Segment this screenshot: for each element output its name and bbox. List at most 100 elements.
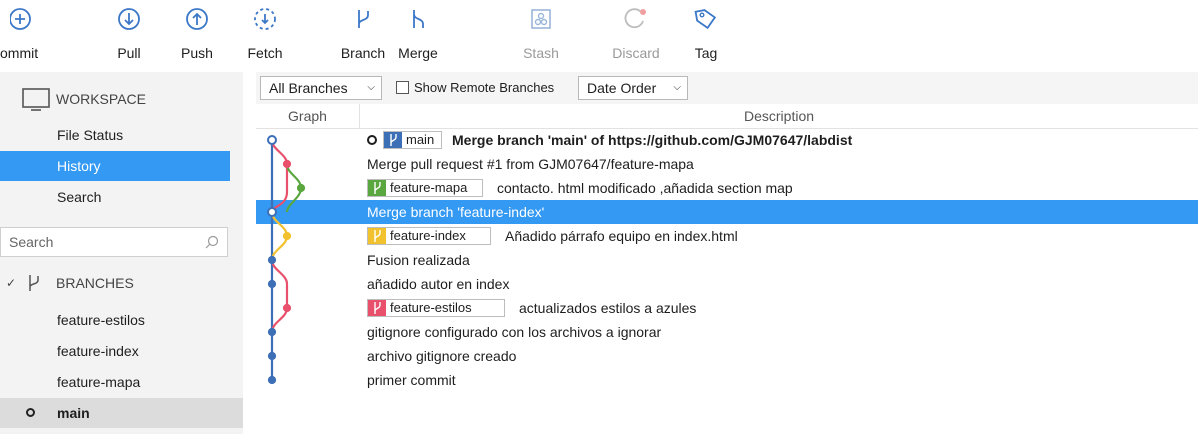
branch-item-label: feature-index: [57, 343, 139, 359]
branch-badge-label: feature-estilos: [390, 300, 472, 315]
stash-icon: [531, 9, 551, 29]
branch-icon: [29, 275, 39, 291]
arrow-up-circle-icon: [186, 8, 208, 30]
branch-badge-label: main: [406, 132, 435, 147]
show-remote-label: Show Remote Branches: [414, 80, 555, 95]
sidebar-item-history[interactable]: History: [0, 151, 230, 181]
discard-button[interactable]: Discard: [606, 0, 666, 70]
graph-edge-merge: [270, 139, 289, 213]
commit-node[interactable]: [267, 279, 277, 289]
show-remote-checkbox[interactable]: [396, 81, 409, 94]
branch-badge[interactable]: main: [383, 131, 442, 149]
branch-filter-dropdown[interactable]: All Branches ⌵: [260, 76, 382, 100]
branches-header[interactable]: ✓ BRANCHES: [0, 268, 230, 298]
branch-item-main[interactable]: main: [0, 398, 243, 428]
chevron-down-icon: ⌵: [367, 82, 375, 93]
branch-icon: [384, 132, 402, 148]
branches-label: BRANCHES: [56, 275, 134, 291]
order-dropdown[interactable]: Date Order ⌵: [578, 76, 688, 100]
branch-item-label: main: [57, 405, 90, 421]
description-column-header[interactable]: Description: [360, 104, 1198, 128]
tag-button[interactable]: Tag: [686, 0, 726, 70]
commit-node[interactable]: [282, 159, 292, 169]
branch-badge-label: feature-index: [390, 228, 466, 243]
commit-message: primer commit: [367, 372, 456, 388]
commit-message: añadido autor en index: [367, 276, 510, 292]
arrow-down-circle-icon: [118, 8, 140, 30]
commit-message: Añadido párrafo equipo en index.html: [505, 228, 738, 244]
tag-icon: [694, 9, 717, 30]
commit-row[interactable]: Merge pull request #1 from GJM07647/feat…: [256, 152, 1198, 176]
graph-column-header[interactable]: Graph: [256, 104, 360, 128]
workspace-header[interactable]: WORKSPACE: [0, 82, 230, 116]
sidebar-item-file-status[interactable]: File Status: [0, 120, 230, 150]
toolbar: ommit Pull Push Fetch Branch Merge Stash…: [0, 0, 1198, 72]
history-filter-bar: All Branches ⌵ Show Remote Branches Date…: [256, 72, 1198, 104]
branch-label: Branch: [340, 45, 386, 61]
sidebar-item-search[interactable]: Search: [0, 182, 230, 212]
workspace-label: WORKSPACE: [56, 91, 146, 107]
commit-message: archivo gitignore creado: [367, 348, 517, 364]
branch-item-feature-estilos[interactable]: feature-estilos: [0, 305, 230, 335]
sidebar-search-box[interactable]: [0, 227, 228, 257]
commit-row[interactable]: añadido autor en index: [256, 272, 1198, 296]
branch-item-label: feature-mapa: [57, 374, 141, 390]
commit-node[interactable]: [267, 327, 277, 337]
push-button[interactable]: Push: [172, 0, 222, 70]
commit-message: actualizados estilos a azules: [519, 300, 697, 316]
commit-row[interactable]: Fusion realizada: [256, 248, 1198, 272]
sidebar-item-label: History: [57, 158, 101, 174]
merge-button[interactable]: Merge: [390, 0, 446, 70]
branch-icon: [368, 180, 386, 196]
merge-icon: [413, 10, 424, 28]
branch-badge-label: feature-mapa: [390, 180, 468, 195]
commit-node[interactable]: [267, 351, 277, 361]
commit-node[interactable]: [282, 303, 292, 313]
column-header: Graph Description: [256, 104, 1198, 129]
branch-badge[interactable]: feature-mapa: [367, 179, 483, 197]
commit-row[interactable]: gitignore configurado con los archivos a…: [256, 320, 1198, 344]
commit-message: contacto. html modificado ,añadida secti…: [497, 180, 793, 196]
fetch-label: Fetch: [247, 45, 283, 61]
branch-badge[interactable]: feature-estilos: [367, 299, 505, 317]
head-indicator-icon: [367, 135, 377, 145]
sidebar-item-label: Search: [57, 189, 102, 205]
commit-node[interactable]: [267, 255, 277, 265]
commit-node[interactable]: [296, 183, 306, 193]
branch-badge[interactable]: feature-index: [367, 227, 491, 245]
commit-row[interactable]: primer commit: [256, 368, 1198, 392]
commit-message: Fusion realizada: [367, 252, 470, 268]
branch-icon: [358, 10, 369, 28]
commit-graph: [267, 135, 306, 385]
commit-message: Merge pull request #1 from GJM07647/feat…: [367, 156, 694, 172]
discard-icon: [624, 8, 646, 29]
monitor-icon: [22, 88, 50, 111]
merge-label: Merge: [398, 45, 438, 61]
commit-button[interactable]: ommit: [0, 0, 52, 70]
branch-button[interactable]: Branch: [338, 0, 388, 70]
commit-row[interactable]: archivo gitignore creado: [256, 344, 1198, 368]
tag-label: Tag: [694, 45, 718, 61]
commit-row[interactable]: feature-mapa contacto. html modificado ,a…: [256, 176, 1198, 200]
sidebar-search-input[interactable]: [7, 233, 201, 251]
branch-icon: [368, 300, 386, 316]
branch-item-feature-index[interactable]: feature-index: [0, 336, 230, 366]
branch-filter-value: All Branches: [269, 80, 348, 96]
commit-node[interactable]: [267, 207, 277, 217]
commit-message: Merge branch 'feature-index': [367, 204, 545, 220]
push-label: Push: [181, 45, 213, 61]
commit-node[interactable]: [267, 375, 277, 385]
commit-node[interactable]: [282, 231, 292, 241]
commit-node[interactable]: [267, 135, 277, 145]
pull-button[interactable]: Pull: [104, 0, 154, 70]
fetch-button[interactable]: Fetch: [240, 0, 290, 70]
stash-button[interactable]: Stash: [516, 0, 566, 70]
branch-item-feature-mapa[interactable]: feature-mapa: [0, 367, 230, 397]
chevron-down-icon[interactable]: ✓: [6, 268, 16, 298]
commit-row[interactable]: Merge branch 'feature-index': [256, 200, 1198, 224]
commit-row[interactable]: feature-index Añadido párrafo equipo en i…: [256, 224, 1198, 248]
pull-label: Pull: [117, 45, 141, 61]
commit-row[interactable]: main Merge branch 'main' of https://githu…: [256, 128, 1198, 152]
commit-row[interactable]: feature-estilos actualizados estilos a az…: [256, 296, 1198, 320]
sidebar: WORKSPACE File Status History Search ✓ B…: [0, 72, 243, 434]
